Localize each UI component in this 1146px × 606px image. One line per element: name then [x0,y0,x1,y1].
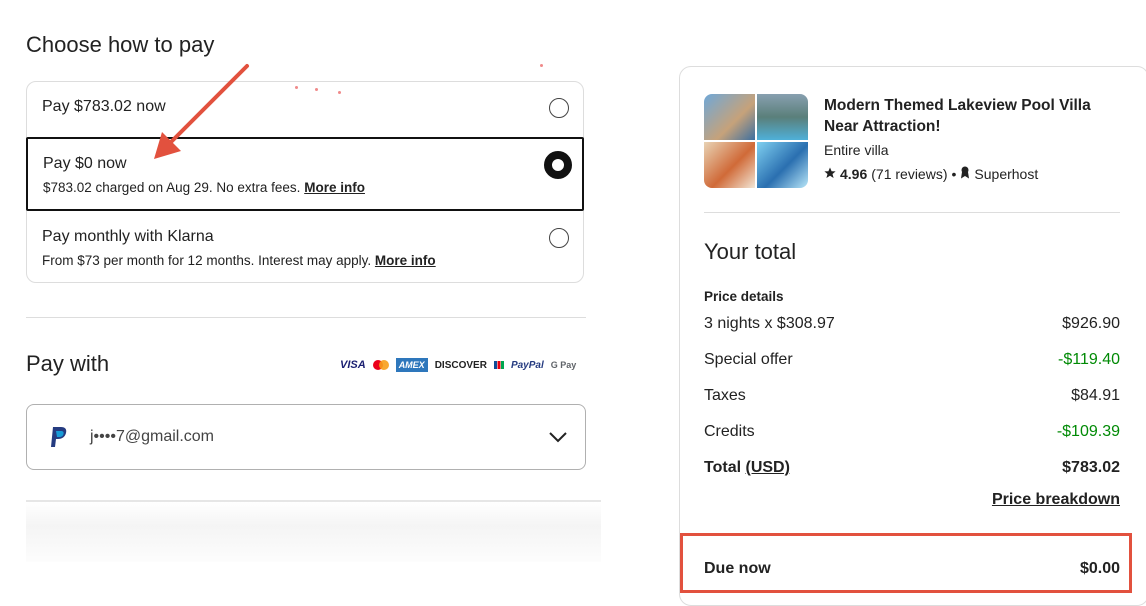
mastercard-icon [372,358,389,372]
listing-photos [704,94,808,188]
option-detail-text: $783.02 charged on Aug 29. No extra fees… [43,180,301,195]
radio-pay-zero-now[interactable] [544,151,572,179]
option-detail: From $73 per month for 12 months. Intere… [42,253,436,268]
option-label: Pay $0 now [43,155,127,172]
amex-logo: AMEX [395,358,428,372]
more-info-link[interactable]: More info [375,253,436,268]
paypal-icon [50,426,68,453]
payment-method-select[interactable]: j••••7@gmail.com [26,404,586,470]
due-now-row: Due now $0.00 [704,560,1120,578]
price-row-label: Credits [704,423,755,440]
price-details-label: Price details [704,289,784,304]
section-divider [26,317,586,318]
blurred-region [26,500,601,562]
superhost-icon [960,166,970,182]
total-label: Total [704,459,742,476]
annotation-arrow-icon [154,64,249,159]
chevron-down-icon[interactable] [549,430,567,448]
superhost-badge: Superhost [974,166,1039,182]
choose-how-to-pay-title: Choose how to pay [26,32,215,57]
total-label-group: Total (USD) [704,459,790,477]
listing-photo [757,94,808,140]
option-detail: $783.02 charged on Aug 29. No extra fees… [43,180,365,195]
discover-logo: DISCOVER [434,359,487,371]
price-row-credits: Credits -$109.39 [704,423,1120,441]
rating-value: 4.96 [840,166,868,182]
price-row-nights: 3 nights x $308.97 $926.90 [704,315,1120,333]
paypal-logo: PayPal [510,359,544,371]
listing-rating-row: 4.96 (71 reviews) • Superhost [824,166,1038,182]
price-breakdown-link[interactable]: Price breakdown [900,491,1120,509]
radio-pay-klarna[interactable] [549,228,569,248]
payment-options-group: Pay $783.02 now Pay $0 now $783.02 charg… [26,81,584,283]
option-detail-text: From $73 per month for 12 months. Intere… [42,253,372,268]
listing-photo [704,94,755,140]
listing-title: Modern Themed Lakeview Pool Villa Near A… [824,97,1091,135]
summary-divider [704,212,1120,213]
option-pay-zero-now[interactable]: Pay $0 now $783.02 charged on Aug 29. No… [26,137,584,211]
accepted-cards: VISA AMEX DISCOVER PayPal G Pay [340,357,576,373]
price-row-special-offer: Special offer -$119.40 [704,351,1120,369]
total-value: $783.02 [1062,459,1120,476]
due-now-label: Due now [704,560,771,577]
price-row-total: Total (USD) $783.02 [704,459,1120,477]
price-row-label: 3 nights x $308.97 [704,315,835,332]
star-icon [824,166,836,182]
visa-logo: VISA [340,359,366,371]
radio-pay-full-now[interactable] [549,98,569,118]
annotation-speck [315,88,318,91]
google-pay-logo: G Pay [550,360,577,370]
option-label: Pay monthly with Klarna [42,228,214,245]
price-row-label: Special offer [704,351,793,368]
listing-photo [757,142,808,188]
currency-link[interactable]: (USD) [745,459,789,476]
annotation-speck [338,91,341,94]
review-count: (71 reviews) [871,166,948,182]
annotation-speck [295,86,298,89]
price-row-value: $926.90 [1062,315,1120,332]
listing-type: Entire villa [824,142,889,158]
option-pay-klarna[interactable]: Pay monthly with Klarna From $73 per mon… [27,211,583,283]
payment-method-value: j••••7@gmail.com [90,428,215,445]
option-pay-full-now[interactable]: Pay $783.02 now [27,82,583,137]
price-row-value: -$109.39 [1056,423,1120,440]
price-row-value: $84.91 [1071,387,1120,404]
pay-with-title: Pay with [26,351,110,376]
price-row-value: -$119.40 [1058,351,1120,368]
price-row-taxes: Taxes $84.91 [704,387,1120,405]
listing-photo [704,142,755,188]
separator-dot: • [951,166,957,182]
more-info-link[interactable]: More info [304,180,365,195]
jcb-icon [493,358,504,372]
due-now-value: $0.00 [1079,560,1120,577]
annotation-speck [540,64,543,67]
option-label: Pay $783.02 now [42,98,166,115]
your-total-title: Your total [704,239,797,264]
price-row-label: Taxes [704,387,746,404]
